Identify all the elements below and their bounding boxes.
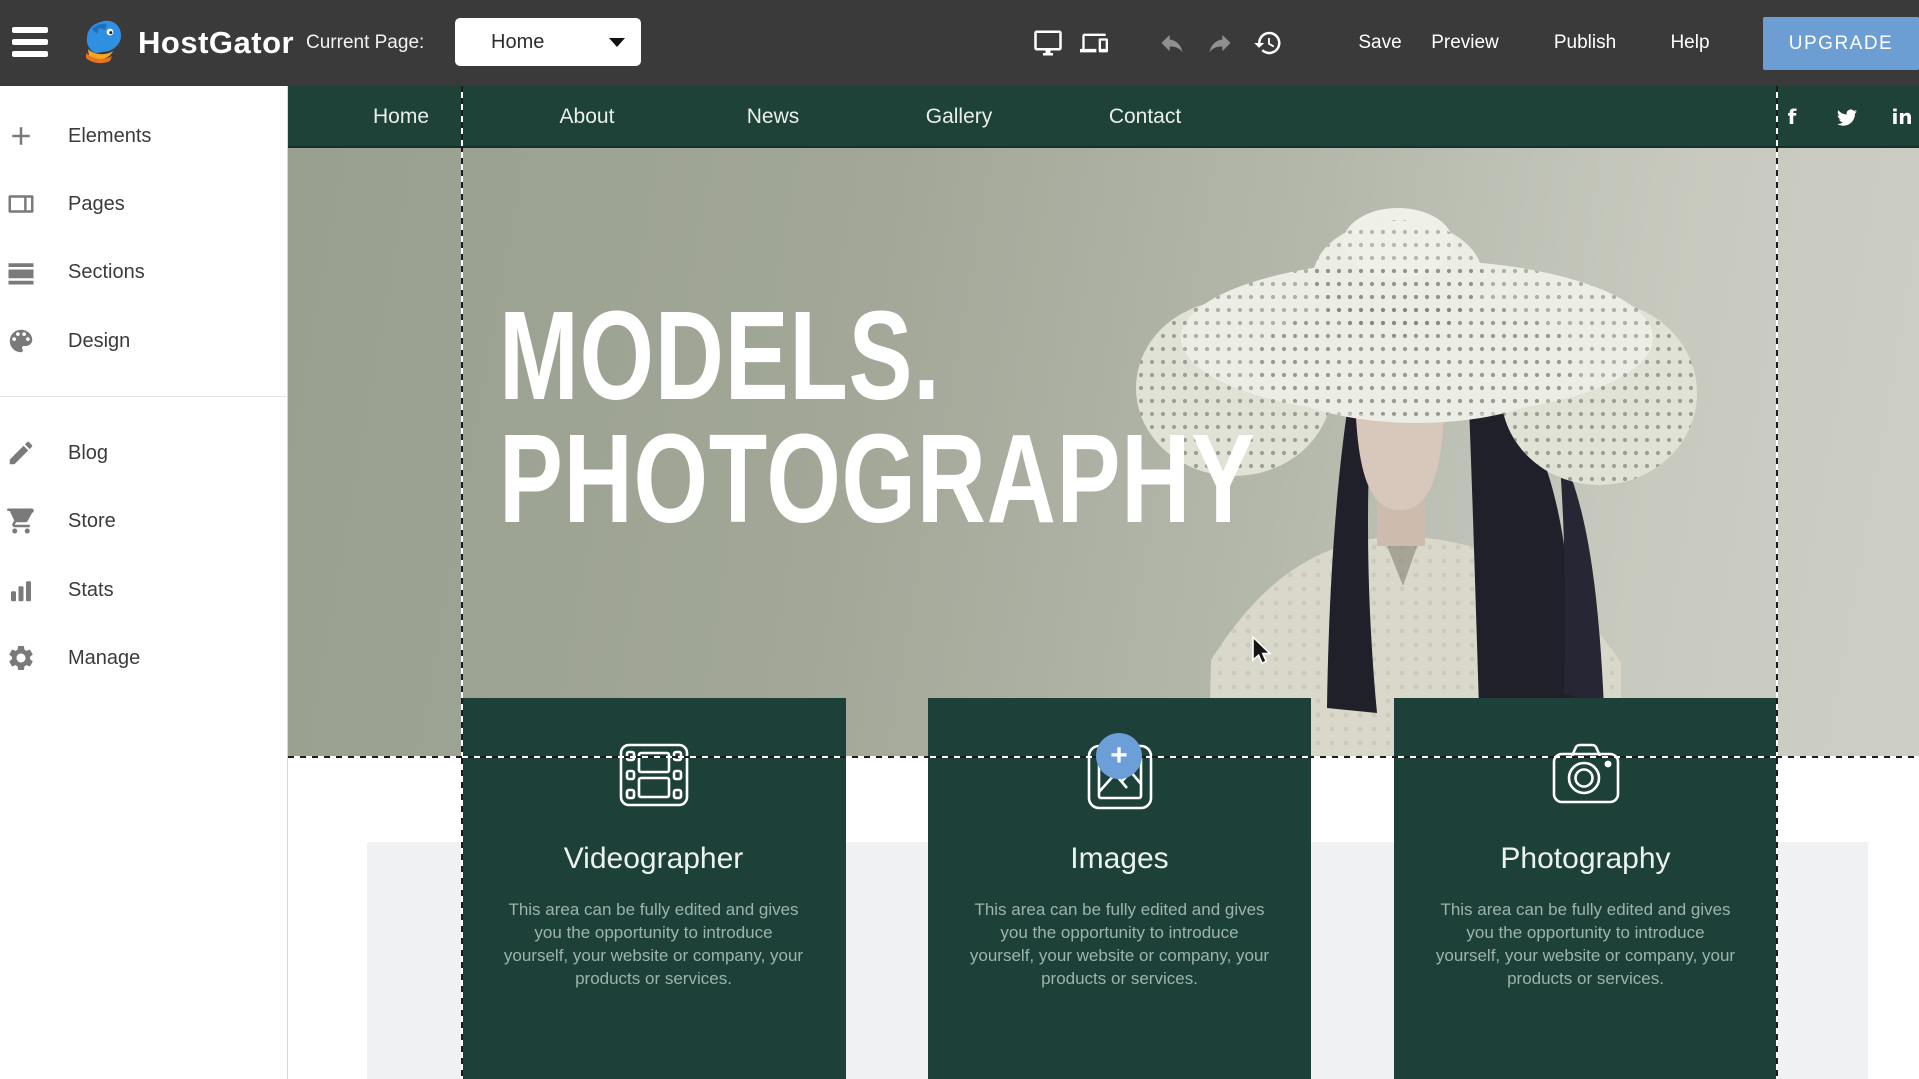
sidebar-divider — [0, 396, 288, 397]
card-body: This area can be fully edited and gives … — [501, 898, 806, 990]
card-body: This area can be fully edited and gives … — [967, 898, 1272, 990]
palette-icon — [6, 326, 36, 356]
pages-icon — [6, 189, 36, 219]
mouse-cursor-icon — [1251, 636, 1277, 666]
gear-icon — [6, 643, 36, 673]
sidebar-item-design[interactable]: Design — [0, 319, 288, 363]
hostgator-builder-window: HostGator Current Page: Home Save Previe… — [0, 0, 1919, 1079]
card-title: Images — [928, 842, 1311, 876]
site-nav-about[interactable]: About — [494, 86, 680, 148]
sections-icon — [6, 257, 36, 287]
mobile-preview-icon[interactable] — [1074, 0, 1114, 86]
sidebar-item-label: Store — [68, 510, 116, 533]
brand-wordmark: HostGator — [138, 25, 294, 61]
sidebar-item-pages[interactable]: Pages — [0, 182, 288, 226]
redo-icon[interactable] — [1200, 0, 1240, 86]
site-navbar[interactable]: Home About News Gallery Contact f in — [288, 86, 1919, 148]
stats-icon — [6, 575, 36, 605]
upgrade-button[interactable]: UPGRADE — [1763, 17, 1919, 70]
site-nav-news[interactable]: News — [680, 86, 866, 148]
sidebar-item-label: Sections — [68, 261, 145, 284]
sidebar-item-label: Stats — [68, 579, 114, 602]
sidebar-item-label: Manage — [68, 647, 140, 670]
sidebar-item-label: Pages — [68, 193, 125, 216]
top-toolbar: HostGator Current Page: Home Save Previe… — [0, 0, 1919, 86]
camera-icon — [1394, 740, 1777, 816]
site-nav-links: Home About News Gallery Contact — [308, 86, 1238, 148]
hero-section[interactable]: MODELS. PHOTOGRAPHY — [288, 148, 1919, 757]
facebook-icon[interactable]: f — [1781, 106, 1803, 128]
sidebar-item-label: Design — [68, 330, 130, 353]
sidebar-item-elements[interactable]: Elements — [0, 114, 288, 158]
add-image-plus-badge[interactable]: + — [1096, 733, 1142, 779]
site-nav-contact[interactable]: Contact — [1052, 86, 1238, 148]
plus-icon — [6, 121, 36, 151]
site-nav-gallery[interactable]: Gallery — [866, 86, 1052, 148]
desktop-preview-icon[interactable] — [1028, 0, 1068, 86]
sidebar-item-manage[interactable]: Manage — [0, 636, 288, 680]
help-button[interactable]: Help — [1655, 0, 1725, 86]
gator-mascot-icon — [76, 15, 132, 71]
hostgator-logo: HostGator — [76, 15, 294, 71]
page-select-dropdown[interactable]: Home — [455, 18, 641, 66]
hero-title[interactable]: MODELS. PHOTOGRAPHY — [499, 294, 1256, 540]
linkedin-icon[interactable]: in — [1891, 106, 1913, 128]
card-title: Videographer — [461, 842, 846, 876]
sidebar-item-sections[interactable]: Sections — [0, 250, 288, 294]
site-preview-canvas: Home About News Gallery Contact f in — [288, 86, 1919, 1079]
sidebar-item-blog[interactable]: Blog — [0, 431, 288, 475]
current-page-label: Current Page: — [306, 0, 424, 86]
social-links: f in — [1781, 86, 1913, 148]
history-icon[interactable] — [1248, 0, 1288, 86]
selection-border-right[interactable] — [1776, 86, 1778, 1079]
editor-sidebar: Elements Pages Sections Design Blog Stor… — [0, 86, 288, 1079]
sidebar-item-stats[interactable]: Stats — [0, 568, 288, 612]
publish-button[interactable]: Publish — [1540, 0, 1630, 86]
card-body: This area can be fully edited and gives … — [1433, 898, 1738, 990]
save-button[interactable]: Save — [1340, 0, 1420, 86]
hero-title-line1: MODELS. — [499, 294, 1256, 417]
selection-border-left[interactable] — [461, 86, 463, 1079]
hero-title-line2: PHOTOGRAPHY — [499, 417, 1256, 540]
site-nav-home[interactable]: Home — [308, 86, 494, 148]
undo-icon[interactable] — [1152, 0, 1192, 86]
card-title: Photography — [1394, 842, 1777, 876]
preview-button[interactable]: Preview — [1415, 0, 1515, 86]
twitter-icon[interactable] — [1836, 106, 1858, 128]
page-select-value: Home — [491, 31, 609, 54]
sidebar-item-label: Blog — [68, 442, 108, 465]
sidebar-item-label: Elements — [68, 125, 151, 148]
film-icon — [461, 740, 846, 816]
sidebar-item-store[interactable]: Store — [0, 499, 288, 543]
chevron-down-icon — [609, 38, 625, 47]
hamburger-menu-icon[interactable] — [12, 27, 48, 59]
cart-icon — [6, 506, 36, 536]
pencil-icon — [6, 438, 36, 468]
